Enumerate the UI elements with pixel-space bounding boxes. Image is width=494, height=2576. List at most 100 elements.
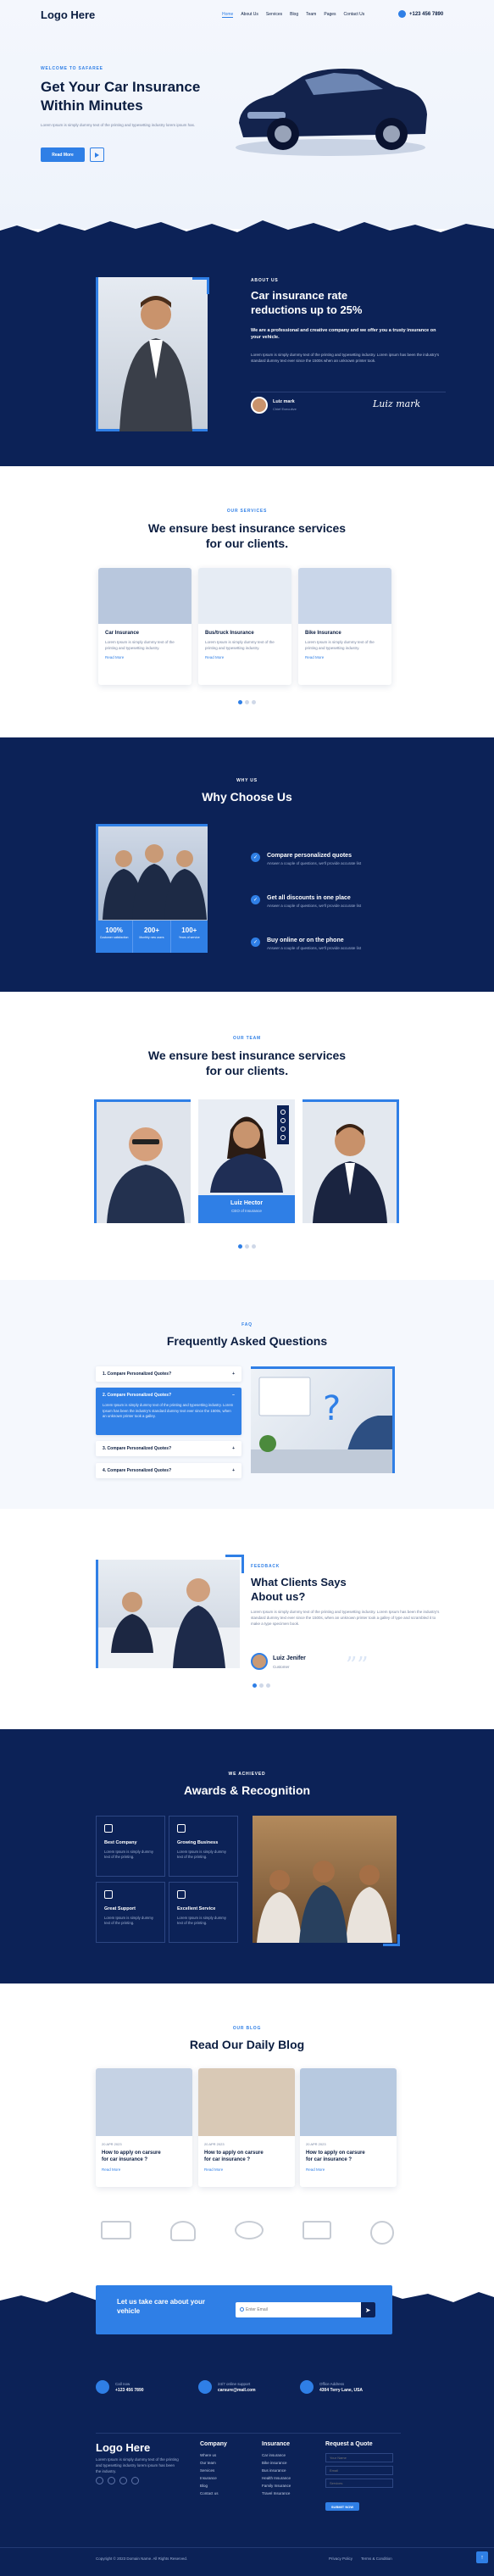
- why-kicker: WHY US: [236, 778, 258, 783]
- blog-read-more-link[interactable]: Read More: [306, 2167, 391, 2172]
- instagram-icon[interactable]: [131, 2477, 139, 2484]
- nav-item-services[interactable]: Services: [266, 12, 282, 18]
- minus-icon: −: [232, 1393, 235, 1398]
- contact-value[interactable]: 4304 Terry Lane, USA: [319, 2388, 363, 2393]
- footer-logo[interactable]: Logo Here: [96, 2441, 150, 2454]
- team-member-3[interactable]: [303, 1099, 399, 1223]
- footer-link[interactable]: Car insurance: [262, 2453, 291, 2457]
- team-pagination[interactable]: [0, 1238, 494, 1253]
- why-item-title: Buy online or on the phone: [267, 937, 344, 943]
- arrow-up-icon: ↑: [480, 2554, 484, 2561]
- blog-title-line1: How to apply on carsure: [306, 2150, 365, 2156]
- facebook-icon[interactable]: [280, 1110, 286, 1115]
- svg-text:?: ?: [323, 1389, 341, 1428]
- instagram-icon[interactable]: [280, 1135, 286, 1140]
- footer-link[interactable]: Where us: [200, 2453, 219, 2457]
- footer-section: [0, 2310, 494, 2576]
- why-item-title: Get all discounts in one place: [267, 895, 351, 901]
- blog-date: 20 APR 2023: [204, 2142, 225, 2146]
- testimonial-title: What Clients Says About us?: [251, 1575, 347, 1604]
- footer-link[interactable]: Bus insurance: [262, 2468, 291, 2473]
- check-icon: ✓: [251, 937, 260, 947]
- contact-value[interactable]: +123 456 7890: [115, 2388, 144, 2393]
- team-member-1[interactable]: [94, 1099, 191, 1223]
- service-card[interactable]: Bus/truck Insurance Lorem Ipsum is simpl…: [198, 568, 291, 685]
- hero-title-line2: Within Minutes: [41, 97, 143, 114]
- scroll-top-button[interactable]: ↑: [476, 2551, 488, 2563]
- blog-card[interactable]: 20 APR 2023 How to apply on carsure for …: [198, 2068, 295, 2187]
- service-card-title: Bus/truck Insurance: [205, 631, 254, 636]
- faq-item[interactable]: 1. Compare Personalized Quotes? +: [96, 1366, 241, 1382]
- footer-link[interactable]: Insurance: [200, 2476, 219, 2480]
- terms-link[interactable]: Terms & Condition: [361, 2557, 392, 2561]
- award-card: Great Support Lorem Ipsum is simply dumm…: [96, 1882, 165, 1943]
- cta-email-input[interactable]: [246, 2307, 361, 2312]
- blog-card[interactable]: 20 APR 2023 How to apply on carsure for …: [300, 2068, 397, 2187]
- testimonial-pagination[interactable]: [251, 1677, 271, 1692]
- service-read-more-link[interactable]: Read More: [105, 655, 185, 659]
- header-phone[interactable]: +123 456 7890: [398, 10, 443, 18]
- hero-read-more-button[interactable]: Read More: [41, 147, 85, 162]
- footer-link[interactable]: Travel Insurance: [262, 2491, 291, 2495]
- about-title-line2: reductions up to 25%: [251, 303, 363, 316]
- blog-read-more-link[interactable]: Read More: [204, 2167, 289, 2172]
- plus-icon: +: [232, 1446, 235, 1451]
- blog-title[interactable]: How to apply on carsure for car insuranc…: [204, 2150, 289, 2163]
- nav-item-team[interactable]: Team: [306, 12, 316, 18]
- privacy-link[interactable]: Privacy Policy: [329, 2557, 352, 2561]
- service-card-image: [198, 568, 291, 624]
- nav-item-pages[interactable]: Pages: [324, 12, 336, 18]
- service-read-more-link[interactable]: Read More: [305, 655, 385, 659]
- faq-item[interactable]: 4. Compare Personalized Quotes? +: [96, 1463, 241, 1478]
- blog-title[interactable]: How to apply on carsure for car insuranc…: [306, 2150, 391, 2163]
- services-pagination[interactable]: [0, 693, 494, 709]
- about-title-line1: Car insurance rate: [251, 289, 348, 302]
- footer-link[interactable]: Services: [200, 2468, 219, 2473]
- nav-item-contact[interactable]: Contact Us: [344, 12, 365, 18]
- footer-link[interactable]: Contact us: [200, 2491, 219, 2495]
- cta-title-line2: vehicle: [117, 2307, 141, 2315]
- linkedin-icon[interactable]: [280, 1127, 286, 1132]
- contact-value[interactable]: carsure@mail.com: [218, 2388, 256, 2393]
- quote-field[interactable]: [325, 2466, 393, 2475]
- faq-item[interactable]: 3. Compare Personalized Quotes? +: [96, 1441, 241, 1456]
- blog-kicker: OUR BLOG: [232, 2026, 262, 2031]
- service-card[interactable]: Bike Insurance Lorem Ipsum is simply dum…: [298, 568, 391, 685]
- blog-title[interactable]: How to apply on carsure for car insuranc…: [102, 2150, 186, 2163]
- email-icon: [240, 2307, 244, 2312]
- footer-company-list: Where us Our team Services Insurance Blog Con…: [200, 2453, 219, 2499]
- nav-item-home[interactable]: Home: [222, 12, 234, 18]
- service-card-body: Lorem Ipsum is simply dummy text of the …: [305, 640, 375, 650]
- award-card: Growing Business Lorem Ipsum is simply d…: [169, 1816, 238, 1877]
- nav-item-about[interactable]: About Us: [241, 12, 258, 18]
- hero-play-button[interactable]: [90, 147, 104, 162]
- cta-title: Let us take care about your vehicle: [117, 2297, 205, 2316]
- footer-link[interactable]: Our team: [200, 2461, 219, 2465]
- faq-kicker: FAQ: [241, 1322, 253, 1327]
- blog-read-more-link[interactable]: Read More: [102, 2167, 186, 2172]
- twitter-icon[interactable]: [280, 1118, 286, 1123]
- facebook-icon[interactable]: [96, 2477, 103, 2484]
- services-title-line1: We ensure best insurance services: [147, 521, 347, 535]
- service-read-more-link[interactable]: Read More: [205, 655, 285, 659]
- footer-link[interactable]: Bike insurance: [262, 2461, 291, 2465]
- faq-item[interactable]: 2. Compare Personalized Quotes? − Lorem …: [96, 1388, 241, 1435]
- footer-link[interactable]: Family Insurance: [262, 2484, 291, 2488]
- blog-card[interactable]: 20 APR 2023 How to apply on carsure for …: [96, 2068, 192, 2187]
- twitter-icon[interactable]: [108, 2477, 115, 2484]
- quote-field[interactable]: [325, 2479, 393, 2488]
- service-card[interactable]: Car Insurance Lorem Ipsum is simply dumm…: [98, 568, 191, 685]
- blog-card-image: [198, 2068, 295, 2136]
- linkedin-icon[interactable]: [119, 2477, 127, 2484]
- send-button[interactable]: ➤: [360, 2302, 375, 2317]
- partner-logos: [0, 2221, 494, 2245]
- footer-link[interactable]: Blog: [200, 2484, 219, 2488]
- quote-field[interactable]: [325, 2453, 393, 2462]
- logo[interactable]: Logo Here: [41, 8, 95, 21]
- nav-item-blog[interactable]: Blog: [290, 12, 298, 18]
- why-stat: 200+ Monthly new users: [133, 921, 171, 953]
- team-title-line2: for our clients.: [205, 1064, 289, 1077]
- footer-link[interactable]: Health Insurance: [262, 2476, 291, 2480]
- why-stat-label: Customer satisfaction: [99, 936, 129, 939]
- quote-submit-button[interactable]: SUBMIT NOW: [325, 2502, 359, 2511]
